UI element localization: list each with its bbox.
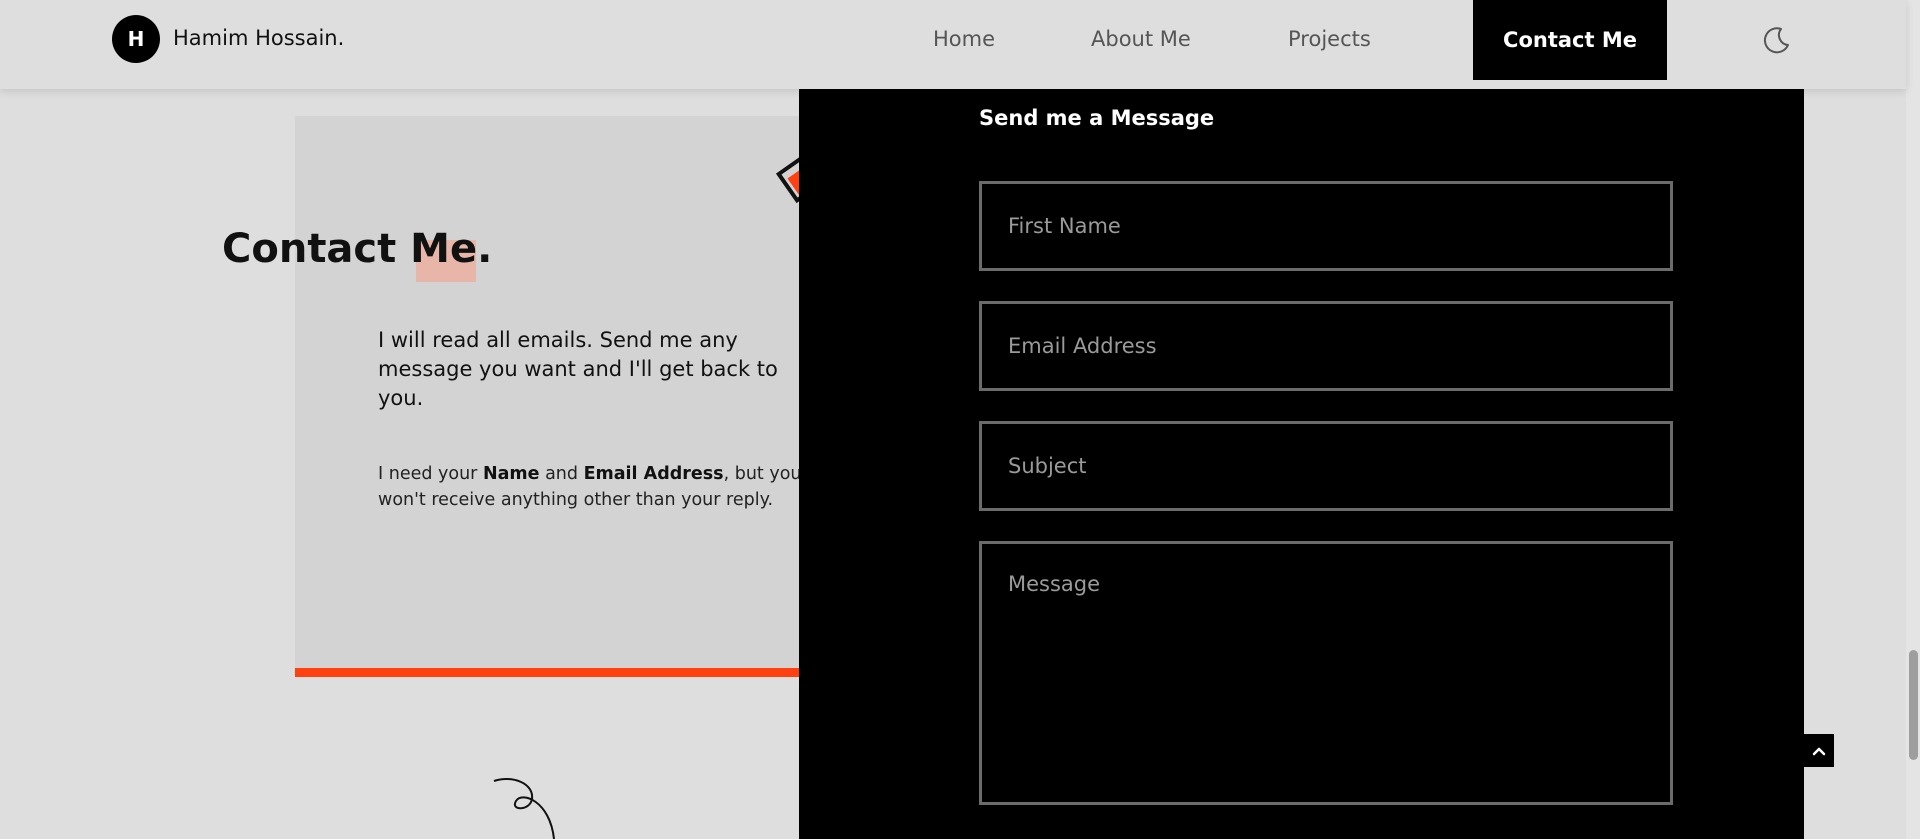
nav-about-link[interactable]: About Me — [1091, 27, 1191, 51]
form-heading: Send me a Message — [979, 106, 1215, 130]
first-name-input[interactable] — [979, 181, 1673, 271]
contact-note: I need your Name and Email Address, but … — [378, 461, 818, 513]
contact-lead-text: I will read all emails. Send me any mess… — [378, 328, 778, 410]
squiggle-decoration-icon — [493, 778, 555, 839]
logo-avatar[interactable]: H — [112, 15, 160, 63]
brand-name[interactable]: Hamim Hossain. — [173, 26, 344, 50]
card-accent-bar — [295, 668, 883, 677]
nav-projects-link[interactable]: Projects — [1288, 27, 1371, 51]
message-textarea[interactable] — [979, 541, 1673, 805]
contact-page: H Hamim Hossain. Home About Me Projects … — [0, 0, 1920, 839]
site-header: H Hamim Hossain. Home About Me Projects … — [0, 0, 1906, 89]
note-prefix: I need your — [378, 464, 483, 484]
logo-letter: H — [127, 27, 145, 51]
note-email: Email Address — [583, 464, 724, 484]
note-name: Name — [482, 464, 540, 484]
theme-toggle-button[interactable] — [1761, 24, 1793, 56]
page-title: Contact Me. — [222, 226, 493, 272]
note-and: and — [539, 464, 584, 484]
nav-contact-link[interactable]: Contact Me — [1473, 0, 1667, 80]
scrollbar-thumb[interactable] — [1909, 650, 1918, 760]
scroll-to-top-button[interactable] — [1803, 734, 1834, 767]
chevron-up-icon — [1812, 747, 1825, 755]
nav-home-link[interactable]: Home — [933, 27, 995, 51]
moon-icon — [1763, 27, 1789, 54]
subject-input[interactable] — [979, 421, 1673, 511]
email-address-input[interactable] — [979, 301, 1673, 391]
